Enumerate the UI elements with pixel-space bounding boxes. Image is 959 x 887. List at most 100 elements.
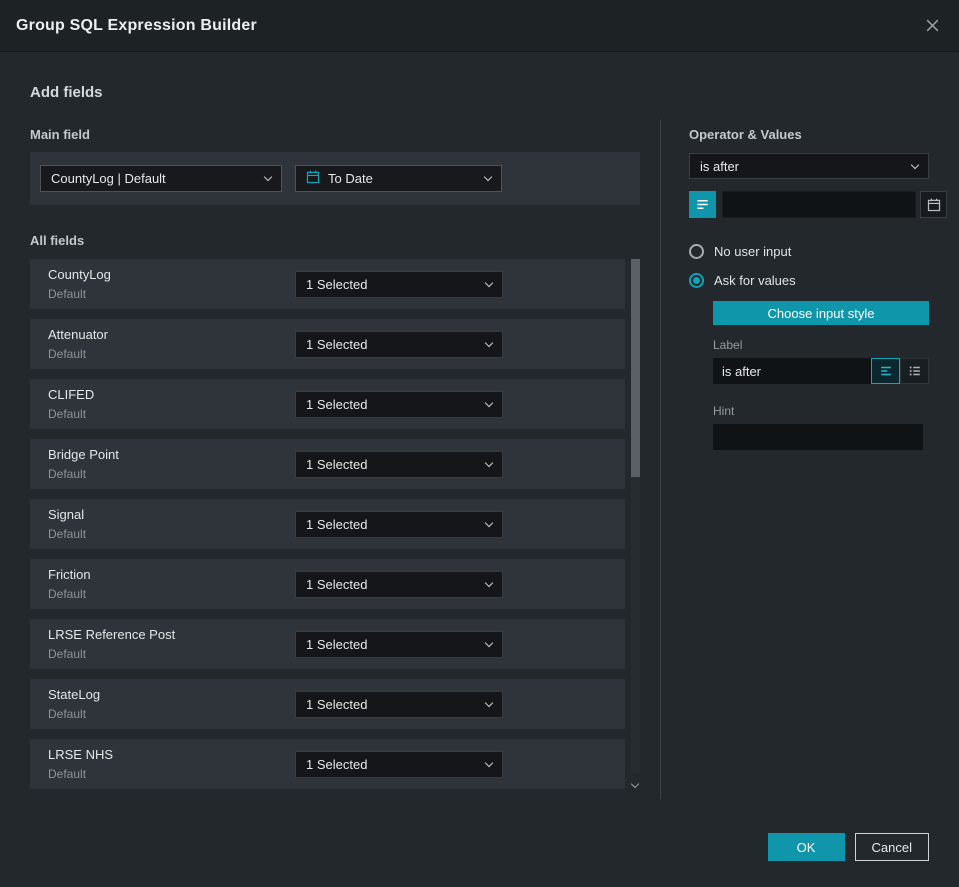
field-values-select-value: 1 Selected	[306, 336, 368, 352]
field-row: Bridge Point Default 1 Selected	[30, 439, 625, 489]
radio-unselected-icon	[689, 244, 704, 259]
ask-for-values-options: Choose input style Label is after Hint	[713, 301, 929, 450]
field-subtitle: Default	[48, 347, 87, 361]
field-values-select[interactable]: 1 Selected	[295, 510, 503, 538]
field-values-select[interactable]: 1 Selected	[295, 270, 503, 298]
hint-input[interactable]	[713, 424, 923, 450]
calendar-icon	[306, 170, 320, 187]
field-name: Attenuator	[48, 327, 108, 342]
dialog-header: Group SQL Expression Builder	[0, 0, 959, 52]
chevron-down-icon	[483, 172, 493, 182]
field-values-select-value: 1 Selected	[306, 636, 368, 652]
radio-no-user-input[interactable]: No user input	[689, 244, 929, 259]
field-row: LRSE NHS Default 1 Selected	[30, 739, 625, 789]
field-subtitle: Default	[48, 767, 87, 781]
dialog-content: Add fields Main field CountyLog | Defaul…	[0, 84, 959, 799]
field-row: CountyLog Default 1 Selected	[30, 259, 625, 309]
calendar-icon	[927, 198, 940, 211]
field-subtitle: Default	[48, 647, 87, 661]
field-values-select-value: 1 Selected	[306, 696, 368, 712]
field-name: Signal	[48, 507, 85, 522]
operator-select-value: is after	[700, 158, 740, 174]
all-fields-heading: All fields	[30, 233, 85, 248]
field-name: LRSE Reference Post	[48, 627, 176, 642]
chevron-down-icon	[484, 638, 494, 647]
chevron-down-icon	[484, 458, 494, 467]
label-caption: Label	[713, 338, 743, 352]
field-values-select[interactable]: 1 Selected	[295, 630, 503, 658]
scrollbar-thumb[interactable]	[631, 259, 640, 477]
field-values-select-value: 1 Selected	[306, 756, 368, 772]
field-row: Friction Default 1 Selected	[30, 559, 625, 609]
cancel-button[interactable]: Cancel	[854, 833, 929, 861]
align-left-icon	[880, 366, 891, 376]
main-field-heading: Main field	[30, 127, 90, 142]
field-name: StateLog	[48, 687, 101, 702]
list-input-style-button[interactable]	[900, 358, 929, 384]
field-values-select[interactable]: 1 Selected	[295, 390, 503, 418]
value-source-toggle-button[interactable]	[689, 191, 716, 218]
field-values-select[interactable]: 1 Selected	[295, 330, 503, 358]
date-picker-button[interactable]	[920, 191, 947, 218]
scroll-down-arrow-icon[interactable]	[630, 779, 640, 789]
chevron-down-icon	[484, 338, 494, 347]
field-values-select-value: 1 Selected	[306, 576, 368, 592]
chevron-down-icon	[484, 758, 494, 767]
chevron-down-icon	[263, 172, 273, 182]
field-subtitle: Default	[48, 407, 87, 421]
operator-values-heading: Operator & Values	[689, 127, 802, 142]
field-row: CLIFED Default 1 Selected	[30, 379, 625, 429]
field-row: Attenuator Default 1 Selected	[30, 319, 625, 369]
all-fields-list: CountyLog Default 1 Selected Attenuator …	[30, 259, 640, 789]
chevron-down-icon	[484, 518, 494, 527]
close-icon[interactable]	[924, 17, 941, 34]
value-row	[689, 191, 947, 218]
field-row: Signal Default 1 Selected	[30, 499, 625, 549]
main-field-select-value: CountyLog | Default	[51, 171, 166, 186]
chevron-down-icon	[910, 160, 920, 169]
radio-ask-for-values-label: Ask for values	[714, 273, 796, 288]
dialog-title: Group SQL Expression Builder	[16, 16, 257, 34]
field-name: Friction	[48, 567, 91, 582]
column-divider	[660, 119, 661, 799]
date-type-select[interactable]: To Date	[295, 165, 502, 192]
field-row: LRSE Reference Post Default 1 Selected	[30, 619, 625, 669]
radio-selected-icon	[689, 273, 704, 288]
date-type-select-value: To Date	[328, 171, 373, 186]
add-fields-heading: Add fields	[30, 84, 103, 101]
ok-button[interactable]: OK	[767, 833, 845, 861]
label-row	[713, 358, 929, 384]
field-row: StateLog Default 1 Selected	[30, 679, 625, 729]
hint-caption: Hint	[713, 404, 735, 418]
field-name: LRSE NHS	[48, 747, 114, 762]
field-subtitle: Default	[48, 287, 87, 301]
chevron-down-icon	[484, 578, 494, 587]
fields-column: Main field CountyLog | Default To Date A…	[30, 119, 640, 799]
fields-list-scrollbar[interactable]	[630, 259, 640, 789]
radio-no-user-input-label: No user input	[714, 244, 792, 259]
operator-values-column: Operator & Values is after No user input…	[689, 119, 947, 799]
field-values-select[interactable]: 1 Selected	[295, 450, 503, 478]
field-values-select-value: 1 Selected	[306, 396, 368, 412]
field-values-select-value: 1 Selected	[306, 276, 368, 292]
field-values-select-value: 1 Selected	[306, 516, 368, 532]
choose-input-style-button[interactable]: Choose input style	[713, 301, 929, 325]
field-subtitle: Default	[48, 707, 87, 721]
field-values-select-value: 1 Selected	[306, 456, 368, 472]
value-input[interactable]	[722, 191, 916, 218]
main-field-select[interactable]: CountyLog | Default	[40, 165, 282, 192]
field-subtitle: Default	[48, 587, 87, 601]
chevron-down-icon	[484, 698, 494, 707]
operator-select[interactable]: is after	[689, 153, 929, 179]
field-values-select[interactable]: 1 Selected	[295, 570, 503, 598]
field-values-select[interactable]: 1 Selected	[295, 690, 503, 718]
chevron-down-icon	[484, 278, 494, 287]
field-values-select[interactable]: 1 Selected	[295, 750, 503, 778]
field-subtitle: Default	[48, 527, 87, 541]
field-name: CountyLog	[48, 267, 111, 282]
main-field-panel: CountyLog | Default To Date	[30, 152, 640, 205]
field-subtitle: Default	[48, 467, 87, 481]
radio-ask-for-values[interactable]: Ask for values	[689, 273, 929, 288]
label-input[interactable]	[713, 358, 871, 384]
single-input-style-button[interactable]	[871, 358, 900, 384]
